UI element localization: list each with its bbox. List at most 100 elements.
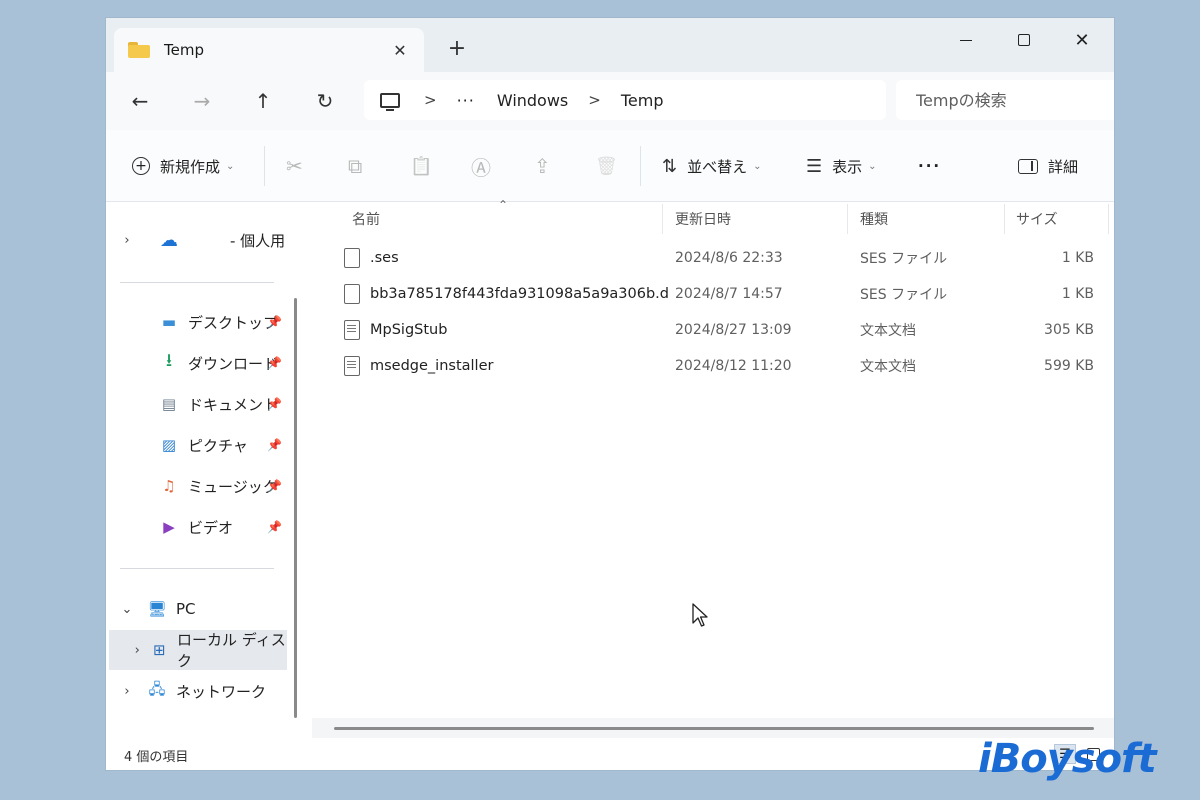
breadcrumb-overflow[interactable]: ···	[457, 91, 475, 110]
cut-button[interactable]: ✂	[286, 152, 303, 180]
column-header-type[interactable]: 種類	[860, 202, 1000, 236]
divider	[120, 568, 274, 569]
sidebar-item-label: ネットワーク	[176, 682, 267, 701]
column-header-size[interactable]: サイズ	[1016, 202, 1096, 236]
pin-icon: 📌	[267, 479, 282, 493]
share-button[interactable]: ⇪	[534, 152, 551, 180]
text-file-icon	[344, 356, 360, 376]
sidebar-item-onedrive[interactable]: › ☁ - 個人用	[106, 220, 286, 260]
column-divider[interactable]	[1004, 204, 1005, 234]
chevron-down-icon[interactable]: ⌄	[120, 602, 134, 617]
this-pc-icon	[380, 92, 400, 111]
address-bar[interactable]: > ··· Windows > Temp	[364, 80, 886, 120]
file-row[interactable]: .ses 2024/8/6 22:33 SES ファイル 1 KB	[330, 241, 1110, 275]
folder-icon	[128, 42, 150, 58]
file-name: .ses	[370, 250, 399, 266]
sidebar-item-network[interactable]: › 🖧 ネットワーク	[106, 671, 286, 711]
sidebar-item-music[interactable]: ♫ ミュージック 📌	[106, 466, 286, 506]
horizontal-scrollbar[interactable]	[334, 727, 1094, 730]
copy-button[interactable]: ⧉	[348, 152, 362, 180]
rename-button[interactable]: Ⓐ	[471, 152, 491, 180]
paste-button[interactable]: 📋	[410, 152, 432, 180]
details-label: 詳細	[1048, 157, 1079, 176]
scissors-icon: ✂	[286, 154, 303, 178]
title-bar: Temp ✕ + ✕	[106, 18, 1114, 72]
forward-button[interactable]: →	[186, 86, 218, 116]
chevron-right-icon[interactable]: ›	[120, 684, 134, 699]
maximize-icon	[1018, 34, 1030, 46]
sort-button[interactable]: ⇅ 並べ替え ⌄	[662, 152, 762, 180]
file-size: 599 KB	[1044, 358, 1094, 374]
chevron-right-icon[interactable]: >	[424, 91, 437, 109]
minimize-button[interactable]	[938, 24, 994, 56]
divider	[640, 146, 641, 186]
back-button[interactable]: ←	[124, 86, 156, 116]
file-type: SES ファイル	[860, 251, 948, 267]
more-options-button[interactable]: ···	[918, 152, 941, 180]
file-row[interactable]: msedge_installer 2024/8/12 11:20 文本文档 59…	[330, 349, 1110, 383]
minimize-icon	[960, 39, 972, 41]
onedrive-cloud-icon: ☁	[160, 229, 178, 251]
close-tab-button[interactable]: ✕	[388, 41, 412, 60]
copy-icon: ⧉	[348, 154, 363, 178]
close-window-button[interactable]: ✕	[1054, 24, 1110, 56]
file-name: bb3a785178f443fda931098a5a9a306b.db.s...	[370, 286, 670, 302]
sidebar-item-local-disk[interactable]: › ⊞ ローカル ディスク	[109, 630, 287, 670]
rename-icon: Ⓐ	[471, 155, 491, 180]
sidebar-item-desktop[interactable]: ▬ デスクトップ 📌	[106, 302, 286, 342]
sidebar-item-label: ピクチャ	[188, 436, 248, 455]
file-size: 1 KB	[1061, 286, 1094, 302]
chevron-right-icon[interactable]: >	[588, 91, 601, 109]
column-header-modified[interactable]: 更新日時	[675, 202, 845, 236]
refresh-button[interactable]: ↻	[309, 86, 341, 116]
maximize-button[interactable]	[996, 24, 1052, 56]
sidebar-item-pictures[interactable]: ▨ ピクチャ 📌	[106, 425, 286, 465]
chevron-right-icon[interactable]: ›	[120, 233, 134, 248]
file-type: 文本文档	[860, 323, 916, 339]
pin-icon: 📌	[267, 438, 282, 452]
text-file-icon	[344, 320, 360, 340]
delete-button[interactable]: 🗑	[595, 152, 618, 180]
sidebar-scrollbar[interactable]	[294, 298, 297, 718]
sidebar-item-label: ドキュメント	[188, 395, 279, 414]
column-divider[interactable]	[1108, 204, 1109, 234]
breadcrumb-windows[interactable]: Windows	[497, 91, 568, 110]
file-icon	[344, 284, 360, 304]
breadcrumb-temp[interactable]: Temp	[621, 91, 664, 110]
file-icon	[344, 248, 360, 268]
sidebar-item-label: ローカル ディスク	[177, 631, 286, 670]
new-button[interactable]: + 新規作成 ⌄	[132, 152, 234, 180]
file-row[interactable]: bb3a785178f443fda931098a5a9a306b.db.s...…	[330, 277, 1110, 311]
sort-label: 並べ替え	[687, 157, 748, 176]
music-icon: ♫	[162, 477, 176, 495]
file-type: SES ファイル	[860, 287, 948, 303]
column-divider[interactable]	[847, 204, 848, 234]
file-size: 305 KB	[1044, 322, 1094, 338]
command-bar: + 新規作成 ⌄ ✂ ⧉ 📋 Ⓐ ⇪ 🗑 ⇅ 並べ替え ⌄ ☰ 表示 ⌄ ···…	[106, 130, 1114, 202]
chevron-right-icon[interactable]: ›	[131, 643, 143, 658]
view-button[interactable]: ☰ 表示 ⌄	[806, 152, 877, 180]
file-row[interactable]: MpSigStub 2024/8/27 13:09 文本文档 305 KB	[330, 313, 1110, 347]
sidebar-item-documents[interactable]: ▤ ドキュメント 📌	[106, 384, 286, 424]
download-icon: ⭳	[165, 350, 173, 371]
sidebar-item-label: - 個人用	[230, 231, 286, 250]
view-label: 表示	[832, 157, 863, 176]
local-disk-icon: ⊞	[152, 641, 166, 659]
up-button[interactable]: ↑	[247, 86, 279, 116]
sidebar-item-pc[interactable]: ⌄ 🖥 PC	[106, 589, 286, 629]
new-tab-button[interactable]: +	[442, 36, 472, 61]
sidebar-item-videos[interactable]: ▶ ビデオ 📌	[106, 507, 286, 547]
tab-temp[interactable]: Temp ✕	[114, 28, 424, 72]
watermark-logo: iBoysoft	[978, 736, 1157, 782]
tab-title: Temp	[164, 41, 204, 59]
documents-icon: ▤	[161, 395, 177, 413]
details-pane-button[interactable]: 詳細	[1018, 152, 1078, 180]
item-count: 4 個の項目	[124, 750, 189, 765]
sidebar-item-label: ダウンロード	[188, 354, 279, 373]
sidebar-item-downloads[interactable]: ⭳ ダウンロード 📌	[106, 343, 286, 383]
column-header-name[interactable]: 名前	[352, 202, 652, 236]
search-input[interactable]	[896, 80, 1114, 120]
trash-icon: 🗑	[595, 155, 618, 177]
column-divider[interactable]	[662, 204, 663, 234]
plus-icon: +	[132, 157, 150, 175]
